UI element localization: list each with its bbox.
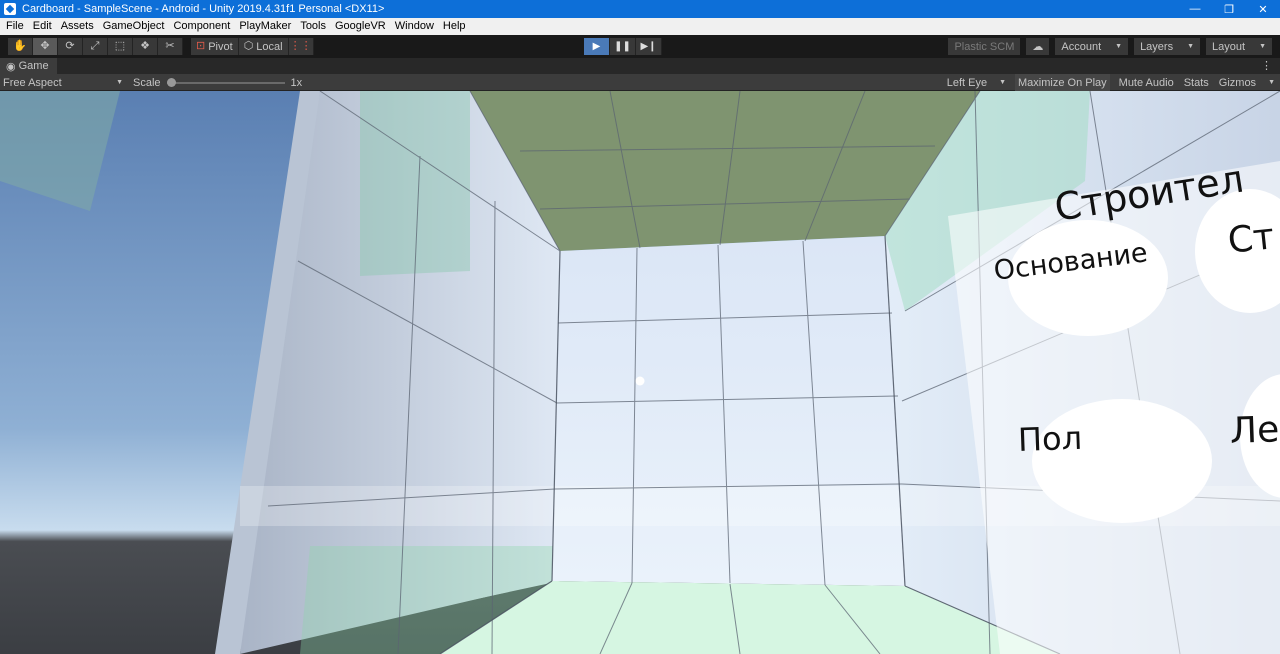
pivot-icon: ⊡ <box>196 40 206 52</box>
account-dropdown[interactable]: Account ▼ <box>1055 38 1129 55</box>
plastic-scm-label: Plastic SCM <box>954 40 1015 53</box>
pivot-toggle[interactable]: ⊡ Pivot <box>191 38 239 55</box>
unity-logo-icon <box>4 3 16 15</box>
close-button[interactable]: ✕ <box>1246 0 1280 18</box>
local-toggle[interactable]: ⬡ Local <box>238 38 289 55</box>
game-controller-icon: ◉ <box>6 60 16 73</box>
layers-label: Layers <box>1140 40 1174 53</box>
move-tool-button[interactable]: ✥ <box>33 38 58 55</box>
gizmos-label: Gizmos <box>1218 76 1257 89</box>
scale-label: Scale <box>133 76 161 89</box>
menu-window[interactable]: Window <box>391 18 439 35</box>
pause-button[interactable]: ❚❚ <box>610 38 636 55</box>
custom-tool-button[interactable]: ✂ <box>158 38 183 55</box>
partial-bottom-button-label[interactable]: Ле <box>1229 409 1280 452</box>
transform-tool-button[interactable]: ❖ <box>133 38 158 55</box>
menu-file[interactable]: File <box>2 18 29 35</box>
local-label: Local <box>256 40 283 53</box>
eye-label: Left Eye <box>946 76 988 89</box>
hand-tool-icon: ✋ <box>13 40 27 52</box>
menu-gameobject[interactable]: GameObject <box>99 18 170 35</box>
mute-audio-toggle[interactable]: Mute Audio <box>1118 74 1175 91</box>
scale-slider-handle[interactable] <box>166 77 176 87</box>
transform-tools: ✋ ✥ ⟳ ⤢ ⬚ ❖ ✂ <box>8 38 183 55</box>
minimize-button[interactable]: — <box>1178 0 1212 18</box>
game-viewport[interactable]: Строител Основание Ст Пол Ле <box>0 91 1280 654</box>
play-icon: ▶ <box>592 41 601 52</box>
plastic-scm-button[interactable]: Plastic SCM <box>948 38 1021 55</box>
cloud-icon: ☁ <box>1032 41 1044 53</box>
account-label: Account <box>1061 40 1102 53</box>
maximize-button[interactable]: ❐ <box>1212 0 1246 18</box>
main-toolbar: ✋ ✥ ⟳ ⤢ ⬚ ❖ ✂ ⊡ Pivot ⬡ Local ⋮⋮ ▶ ❚❚ ▶❙ <box>0 35 1280 58</box>
menu-assets[interactable]: Assets <box>57 18 99 35</box>
partial-top-button-label[interactable]: Ст <box>1226 216 1276 262</box>
floor-button-label[interactable]: Пол <box>1017 419 1082 459</box>
step-icon: ▶❙ <box>640 41 657 52</box>
aspect-label: Free Aspect <box>3 76 62 89</box>
scene-render <box>0 91 1280 654</box>
stats-toggle[interactable]: Stats <box>1183 74 1210 91</box>
menu-edit[interactable]: Edit <box>29 18 57 35</box>
chevron-down-icon: ▼ <box>116 79 123 86</box>
custom-tool-icon: ✂ <box>165 40 175 52</box>
stats-label: Stats <box>1183 76 1209 89</box>
layers-dropdown[interactable]: Layers ▼ <box>1134 38 1201 55</box>
scale-tool-button[interactable]: ⤢ <box>83 38 108 55</box>
aspect-dropdown[interactable]: Free Aspect ▼ <box>3 74 127 91</box>
layout-dropdown[interactable]: Layout ▼ <box>1206 38 1272 55</box>
tab-game[interactable]: ◉ Game <box>0 58 57 74</box>
play-controls: ▶ ❚❚ ▶❙ <box>584 38 662 55</box>
maximize-on-play-label: Maximize On Play <box>1018 76 1107 89</box>
gizmos-dropdown[interactable]: Gizmos ▼ <box>1218 74 1276 91</box>
chevron-down-icon: ▼ <box>1187 43 1195 50</box>
scale-slider[interactable] <box>166 77 285 87</box>
scale-control: Scale 1x <box>133 74 302 91</box>
chevron-down-icon: ▼ <box>1268 79 1275 86</box>
tab-menu-icon[interactable]: ⋮ <box>1261 58 1272 74</box>
rotate-tool-button[interactable]: ⟳ <box>58 38 83 55</box>
snap-toggle[interactable]: ⋮⋮ <box>288 38 314 55</box>
menu-playmaker[interactable]: PlayMaker <box>235 18 296 35</box>
mute-audio-label: Mute Audio <box>1118 76 1174 89</box>
menu-help[interactable]: Help <box>439 18 471 35</box>
scale-value: 1x <box>290 76 303 89</box>
eye-dropdown[interactable]: Left Eye ▼ <box>946 74 1007 91</box>
maximize-on-play-toggle[interactable]: Maximize On Play <box>1015 74 1110 91</box>
menu-component[interactable]: Component <box>169 18 235 35</box>
game-tab-bar: ◉ Game ⋮ <box>0 58 1280 74</box>
layout-label: Layout <box>1212 40 1246 53</box>
transform-tool-icon: ❖ <box>140 40 150 52</box>
right-toolbar: Plastic SCM ☁ Account ▼ Layers ▼ Layout … <box>948 38 1272 55</box>
chevron-down-icon: ▼ <box>1115 43 1123 50</box>
step-button[interactable]: ▶❙ <box>636 38 662 55</box>
tab-game-label: Game <box>18 60 49 72</box>
gaze-reticle <box>635 376 645 386</box>
game-view-options: Left Eye ▼ Maximize On Play Mute Audio S… <box>946 74 1276 91</box>
pause-icon: ❚❚ <box>614 41 631 52</box>
unity-editor-window: Cardboard - SampleScene - Android - Unit… <box>0 0 1280 654</box>
grid-snap-icon: ⋮⋮ <box>289 40 312 52</box>
rect-tool-icon: ⬚ <box>114 40 126 52</box>
window-title: Cardboard - SampleScene - Android - Unit… <box>22 3 385 15</box>
cloud-button[interactable]: ☁ <box>1026 38 1050 55</box>
scale-tool-icon: ⤢ <box>90 40 100 52</box>
game-view-controls: Free Aspect ▼ Scale 1x Left Eye ▼ Maximi… <box>0 74 1280 91</box>
move-tool-icon: ✥ <box>40 40 50 52</box>
local-icon: ⬡ <box>243 40 254 52</box>
chevron-down-icon: ▼ <box>1259 43 1266 50</box>
title-bar: Cardboard - SampleScene - Android - Unit… <box>0 0 1280 18</box>
rect-tool-button[interactable]: ⬚ <box>108 38 133 55</box>
rotate-tool-icon: ⟳ <box>65 40 75 52</box>
chevron-down-icon: ▼ <box>999 79 1007 86</box>
menu-tools[interactable]: Tools <box>296 18 331 35</box>
play-button[interactable]: ▶ <box>584 38 610 55</box>
menu-googlevr[interactable]: GoogleVR <box>331 18 391 35</box>
pivot-label: Pivot <box>208 40 233 53</box>
pivot-tools: ⊡ Pivot ⬡ Local ⋮⋮ <box>191 38 314 55</box>
menu-bar: File Edit Assets GameObject Component Pl… <box>0 18 1280 35</box>
hand-tool-button[interactable]: ✋ <box>8 38 33 55</box>
